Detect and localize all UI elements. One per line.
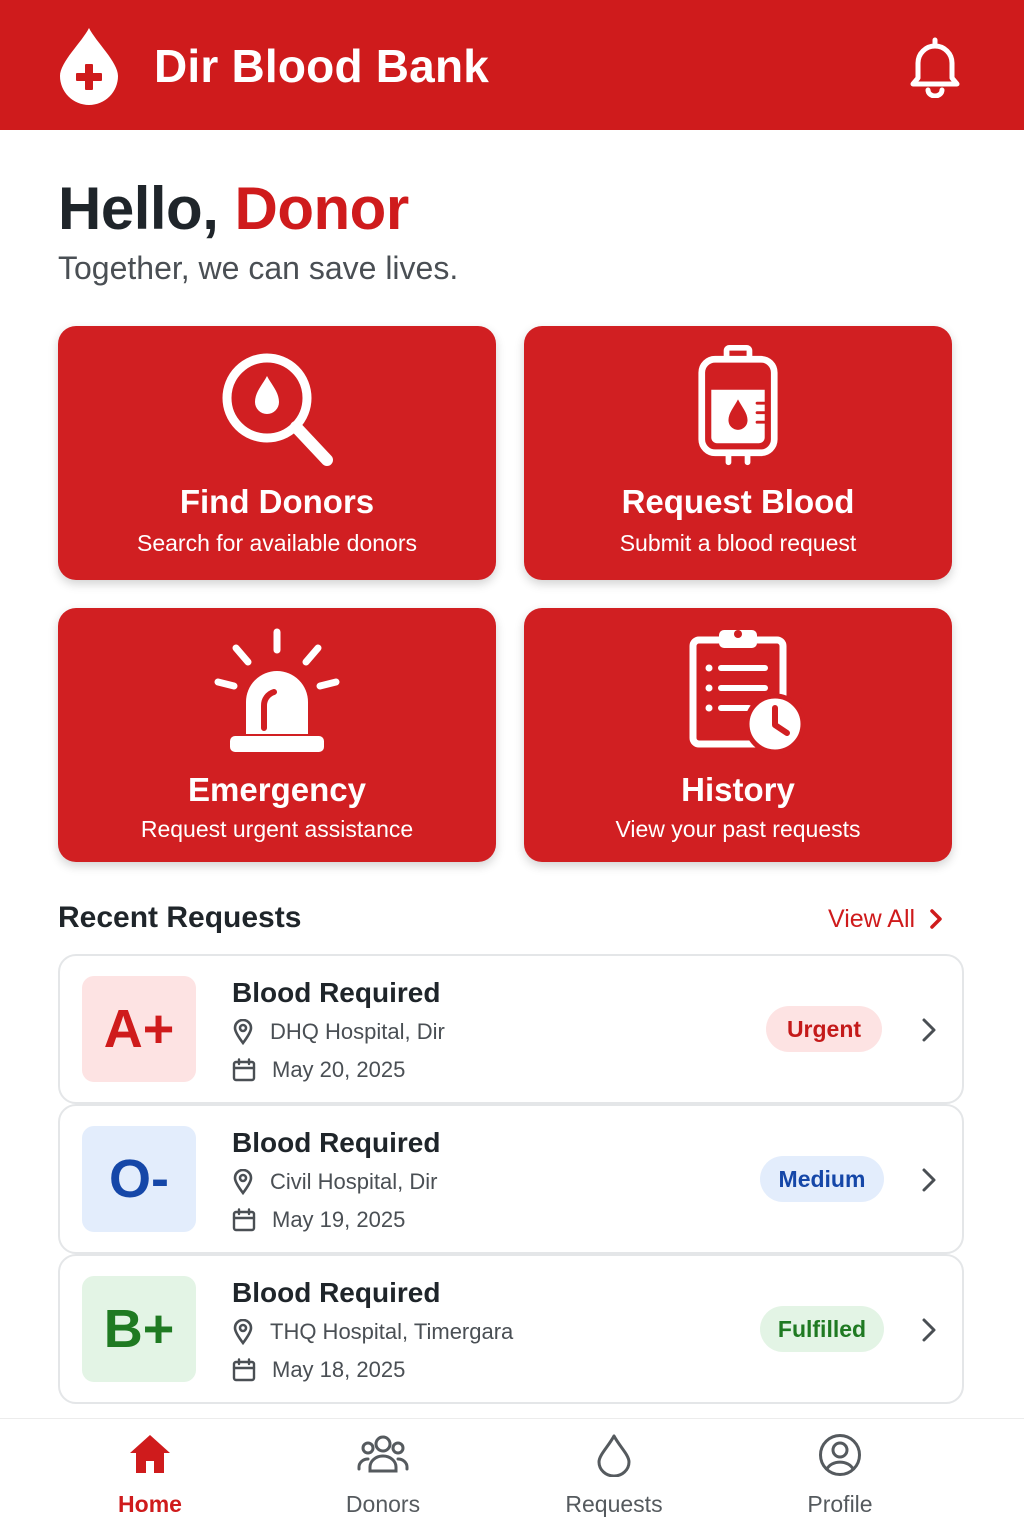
status-badge: Medium (760, 1156, 884, 1202)
location-text: THQ Hospital, Timergara (270, 1319, 514, 1344)
greeting-name: Donor (234, 175, 410, 242)
main-content: Hello, Donor Together, we can save lives… (0, 130, 1024, 1418)
drop-icon (597, 1434, 631, 1477)
tile-title: Request Blood (621, 483, 855, 520)
location-pin-icon (233, 1019, 253, 1045)
bottom-nav: Home Donors Requests Profile (0, 1418, 1024, 1536)
date-text: May 19, 2025 (272, 1207, 406, 1232)
nav-label: Requests (565, 1491, 663, 1517)
nav-profile[interactable]: Profile (740, 1419, 940, 1536)
location-pin-icon (233, 1319, 253, 1345)
nav-home[interactable]: Home (50, 1419, 250, 1536)
tile-subtitle: Search for available donors (137, 530, 417, 556)
status-badge: Urgent (766, 1006, 882, 1052)
request-location: Civil Hospital, Dir (232, 1168, 437, 1196)
clipboard-clock-icon (689, 630, 806, 754)
tile-title: Find Donors (179, 483, 375, 520)
app-bar: Dir Blood Bank (0, 0, 1024, 130)
request-blood-tile[interactable]: Request Blood Submit a blood request (524, 326, 952, 580)
home-icon (130, 1435, 170, 1473)
tile-subtitle: Request urgent assistance (140, 816, 414, 842)
emergency-tile[interactable]: Emergency Request urgent assistance (58, 608, 496, 862)
request-date: May 18, 2025 (232, 1356, 405, 1384)
nav-donors[interactable]: Donors (283, 1419, 483, 1536)
users-icon (357, 1435, 409, 1473)
search-drop-icon (222, 353, 333, 466)
request-date: May 19, 2025 (232, 1206, 405, 1234)
siren-icon (214, 628, 340, 752)
chevron-right-icon (922, 1318, 936, 1342)
status-badge: Fulfilled (760, 1306, 884, 1352)
chevron-right-icon (922, 1168, 936, 1192)
nav-label: Home (118, 1491, 182, 1517)
tile-title: History (681, 771, 795, 808)
blood-bag-icon (698, 344, 778, 466)
request-title: Blood Required (232, 1127, 441, 1158)
blood-type-badge: B+ (82, 1276, 196, 1382)
chevron-right-icon (922, 1018, 936, 1042)
tagline: Together, we can save lives. (58, 250, 459, 286)
calendar-icon (232, 1358, 256, 1382)
request-title: Blood Required (232, 977, 441, 1008)
request-card[interactable]: O- Blood Required Civil Hospital, Dir Ma… (58, 1104, 964, 1254)
request-card[interactable]: A+ Blood Required DHQ Hospital, Dir May … (58, 954, 964, 1104)
find-donors-tile[interactable]: Find Donors Search for available donors (58, 326, 496, 580)
calendar-icon (232, 1208, 256, 1232)
nav-label: Donors (345, 1491, 421, 1517)
tile-subtitle: Submit a blood request (619, 530, 857, 556)
date-text: May 18, 2025 (272, 1357, 406, 1382)
view-all-label: View All (828, 904, 916, 933)
bell-icon[interactable] (904, 34, 966, 98)
tile-title: Emergency (188, 771, 366, 808)
calendar-icon (232, 1058, 256, 1082)
view-all-link[interactable]: View All (828, 902, 943, 936)
request-card[interactable]: B+ Blood Required THQ Hospital, Timergar… (58, 1254, 964, 1404)
chevron-right-icon (930, 909, 942, 929)
request-date: May 20, 2025 (232, 1056, 405, 1084)
blood-drop-plus-icon (60, 28, 118, 105)
blood-type-badge: A+ (82, 976, 196, 1082)
nav-label: Profile (807, 1491, 873, 1517)
date-text: May 20, 2025 (272, 1057, 406, 1082)
app-title: Dir Blood Bank (154, 40, 490, 92)
greeting-heading: Hello, Donor (58, 174, 409, 244)
location-text: Civil Hospital, Dir (270, 1169, 438, 1194)
recent-requests-title: Recent Requests (58, 901, 302, 934)
tile-subtitle: View your past requests (615, 816, 861, 842)
blood-type-badge: O- (82, 1126, 196, 1232)
location-pin-icon (233, 1169, 253, 1195)
request-title: Blood Required (232, 1277, 441, 1308)
greeting-hello: Hello, (58, 175, 235, 242)
history-tile[interactable]: History View your past requests (524, 608, 952, 862)
request-location: THQ Hospital, Timergara (232, 1318, 513, 1346)
profile-icon (819, 1434, 861, 1476)
nav-requests[interactable]: Requests (514, 1419, 714, 1536)
request-location: DHQ Hospital, Dir (232, 1018, 445, 1046)
location-text: DHQ Hospital, Dir (270, 1019, 445, 1044)
